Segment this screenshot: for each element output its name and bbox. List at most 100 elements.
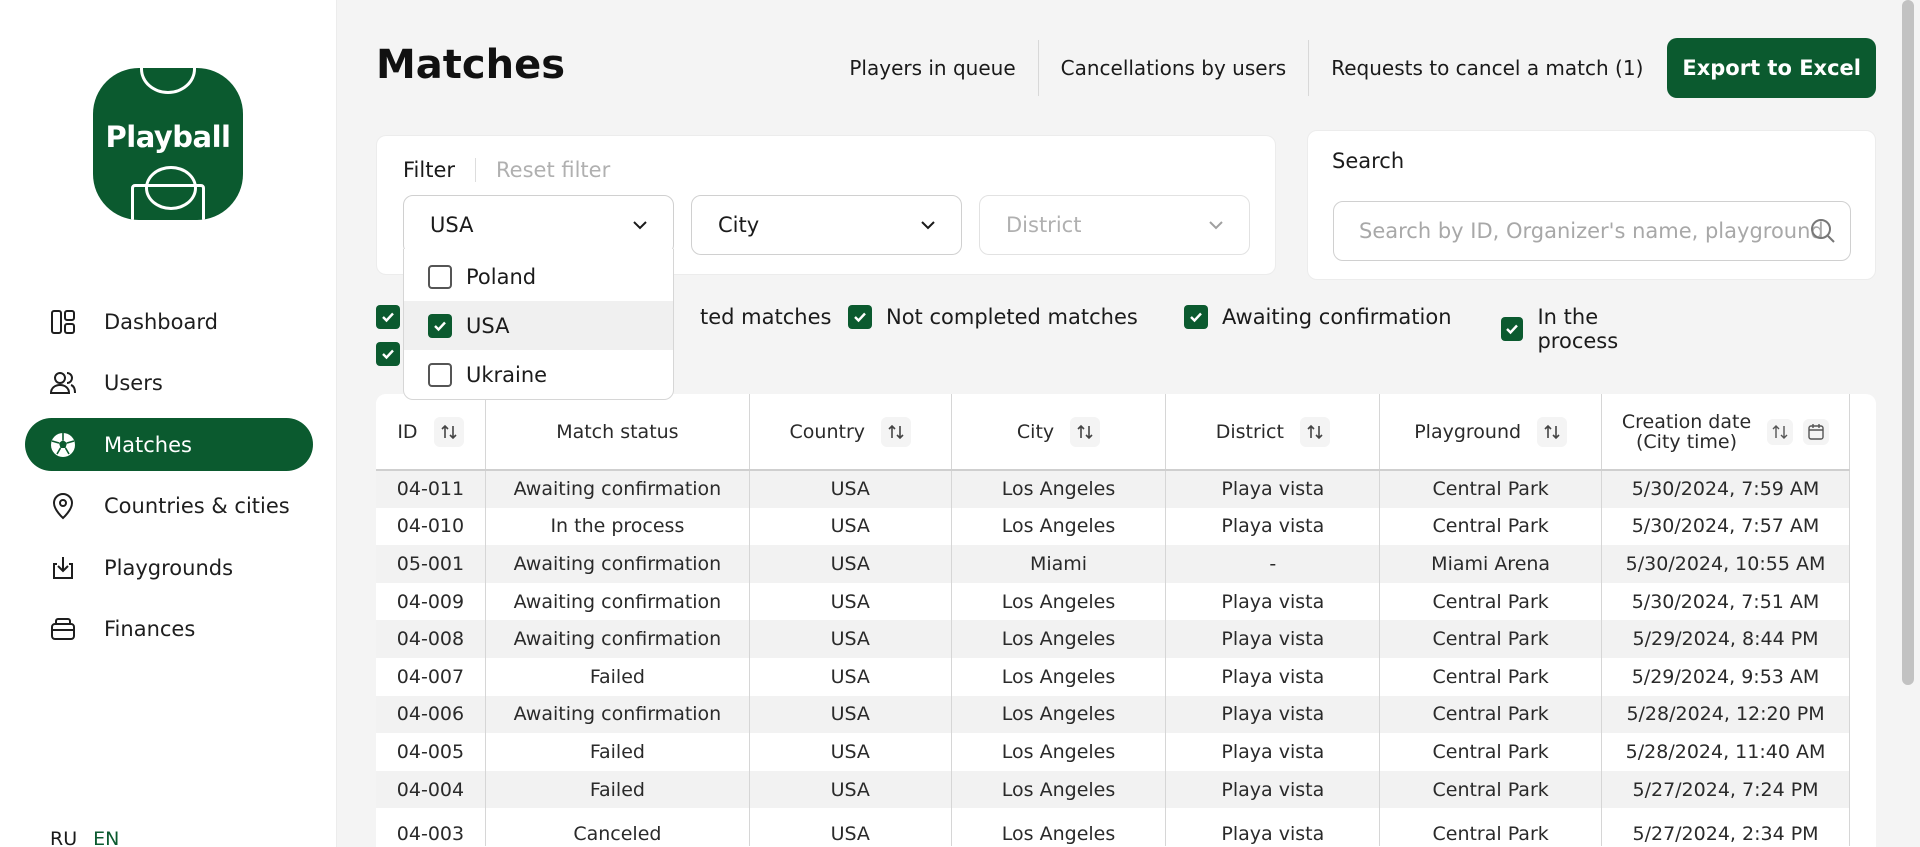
- cell-country: USA: [749, 582, 952, 621]
- table-row[interactable]: 04-004 Failed USA Los Angeles Playa vista Cen…: [376, 770, 1850, 809]
- download-tray-icon: [49, 554, 77, 582]
- cell-city: Los Angeles: [951, 695, 1167, 734]
- checkbox-checked-icon: [428, 313, 452, 338]
- sort-icon[interactable]: [1537, 416, 1568, 447]
- cell-country: USA: [749, 733, 952, 771]
- table-row[interactable]: 04-010 In the process USA Los Angeles Playa …: [376, 507, 1850, 546]
- search-input[interactable]: [1333, 201, 1851, 261]
- table-row[interactable]: 04-007 Failed USA Los Angeles Playa vista Cen…: [376, 657, 1850, 696]
- cell-status: Failed: [485, 733, 750, 771]
- cell-id: 04-007: [376, 657, 486, 696]
- dropdown-option-poland[interactable]: Poland: [404, 252, 673, 301]
- calendar-icon[interactable]: [1803, 418, 1830, 445]
- table-header-row: ID Match status Country City District Pl…: [376, 394, 1850, 471]
- table-row[interactable]: 04-009 Awaiting confirmation USA Los Angele…: [376, 582, 1850, 621]
- lang-ru[interactable]: RU: [50, 828, 77, 847]
- table-row[interactable]: 04-005 Failed USA Los Angeles Playa vista Cen…: [376, 733, 1850, 771]
- sidebar-item-countries-cities[interactable]: Countries & cities: [25, 480, 313, 533]
- country-select-value: USA: [430, 213, 474, 237]
- cell-status: Awaiting confirmation: [485, 545, 750, 583]
- reset-filter-button[interactable]: Reset filter: [476, 158, 610, 182]
- cell-district: -: [1165, 545, 1381, 583]
- cell-id: 05-001: [376, 545, 486, 583]
- cell-city: Los Angeles: [951, 620, 1167, 658]
- sort-icon[interactable]: [1070, 416, 1101, 447]
- sort-icon[interactable]: [1767, 418, 1794, 445]
- sort-icon[interactable]: [433, 416, 464, 447]
- cell-playground: Central Park: [1379, 620, 1603, 658]
- in-the-process-checkbox[interactable]: In the process: [1501, 305, 1676, 353]
- column-label: Match status: [556, 420, 679, 443]
- cell-country: USA: [749, 620, 952, 658]
- cell-id: 04-009: [376, 582, 486, 621]
- requests-to-cancel-link[interactable]: Requests to cancel a match (1): [1309, 40, 1665, 96]
- dropdown-option-usa[interactable]: USA: [404, 301, 673, 350]
- cell-city: Los Angeles: [951, 582, 1167, 621]
- awaiting-confirmation-label: Awaiting confirmation: [1222, 305, 1452, 329]
- sidebar-item-label: Finances: [104, 617, 196, 641]
- column-label: ID: [397, 420, 418, 443]
- dropdown-option-ukraine[interactable]: Ukraine: [404, 350, 673, 399]
- cell-creation-date: 5/29/2024, 8:44 PM: [1601, 620, 1850, 658]
- cell-country: USA: [749, 695, 952, 734]
- district-select[interactable]: District: [979, 195, 1250, 255]
- cell-country: USA: [749, 545, 952, 583]
- cell-status: Awaiting confirmation: [485, 470, 750, 508]
- search-icon[interactable]: [1809, 217, 1837, 245]
- not-completed-matches-checkbox[interactable]: Not completed matches: [848, 305, 1138, 329]
- column-header-match-status: Match status: [485, 394, 750, 471]
- export-to-excel-button[interactable]: Export to Excel: [1667, 38, 1876, 98]
- checkbox-checked-icon: [376, 305, 400, 329]
- city-select[interactable]: City: [691, 195, 962, 255]
- cell-id: 04-003: [376, 808, 486, 846]
- playball-logo[interactable]: Playball: [93, 68, 243, 220]
- cell-district: Playa vista: [1165, 695, 1381, 734]
- cell-playground: Central Park: [1379, 507, 1603, 546]
- sort-icon[interactable]: [881, 416, 911, 447]
- cell-status: In the process: [485, 507, 750, 546]
- sidebar-item-finances[interactable]: Finances: [25, 603, 313, 656]
- checkbox-checked-icon: [1184, 305, 1208, 329]
- cell-id: 04-010: [376, 507, 486, 546]
- sidebar-item-playgrounds[interactable]: Playgrounds: [25, 541, 313, 594]
- table-row[interactable]: 05-001 Awaiting confirmation USA Miami - Miam…: [376, 545, 1850, 583]
- checkbox-unchecked-icon: [428, 362, 452, 387]
- checkbox-checked-icon: [376, 342, 400, 366]
- cell-playground: Central Park: [1379, 657, 1603, 696]
- not-completed-matches-label: Not completed matches: [886, 305, 1138, 329]
- table-row[interactable]: 04-003 Canceled USA Los Angeles Playa vista C…: [376, 808, 1850, 846]
- cell-district: Playa vista: [1165, 620, 1381, 658]
- filter-header: Filter Reset filter: [403, 158, 610, 182]
- column-header-city: City: [951, 394, 1167, 471]
- cell-country: USA: [749, 657, 952, 696]
- lang-en[interactable]: EN: [93, 828, 119, 847]
- cell-playground: Central Park: [1379, 733, 1603, 771]
- page-scrollbar[interactable]: [1902, 0, 1914, 685]
- sidebar-nav: Dashboard Users Matches Countries & citi…: [25, 295, 313, 664]
- sort-icon[interactable]: [1299, 416, 1330, 447]
- column-header-district: District: [1165, 394, 1381, 471]
- players-in-queue-link[interactable]: Players in queue: [827, 40, 1039, 96]
- cell-creation-date: 5/28/2024, 11:40 AM: [1601, 733, 1850, 771]
- cell-playground: Central Park: [1379, 470, 1603, 508]
- table-row[interactable]: 04-008 Awaiting confirmation USA Los Angele…: [376, 620, 1850, 658]
- column-label: City: [1016, 420, 1055, 443]
- search-panel: Search: [1307, 130, 1876, 280]
- cell-creation-date: 5/27/2024, 7:24 PM: [1601, 770, 1850, 809]
- wallet-icon: [49, 615, 77, 643]
- sidebar-item-dashboard[interactable]: Dashboard: [25, 295, 313, 348]
- country-dropdown: Poland USA Ukraine: [403, 249, 674, 400]
- awaiting-confirmation-checkbox[interactable]: Awaiting confirmation: [1184, 305, 1452, 329]
- sidebar-item-users[interactable]: Users: [25, 357, 313, 410]
- option-label: Poland: [466, 264, 537, 289]
- date-header-line2: (City time): [1636, 430, 1738, 453]
- column-header-creation-date: Creation date (City time): [1601, 394, 1850, 471]
- country-select[interactable]: USA: [403, 195, 674, 255]
- cell-creation-date: 5/28/2024, 12:20 PM: [1601, 695, 1850, 734]
- cell-playground: Miami Arena: [1379, 545, 1603, 583]
- table-row[interactable]: 04-011 Awaiting confirmation USA Los Angele…: [376, 470, 1850, 508]
- table-row[interactable]: 04-006 Awaiting confirmation USA Los Angele…: [376, 695, 1850, 734]
- cell-city: Los Angeles: [951, 507, 1167, 546]
- sidebar-item-matches[interactable]: Matches: [25, 418, 313, 471]
- cancellations-by-users-link[interactable]: Cancellations by users: [1039, 40, 1310, 96]
